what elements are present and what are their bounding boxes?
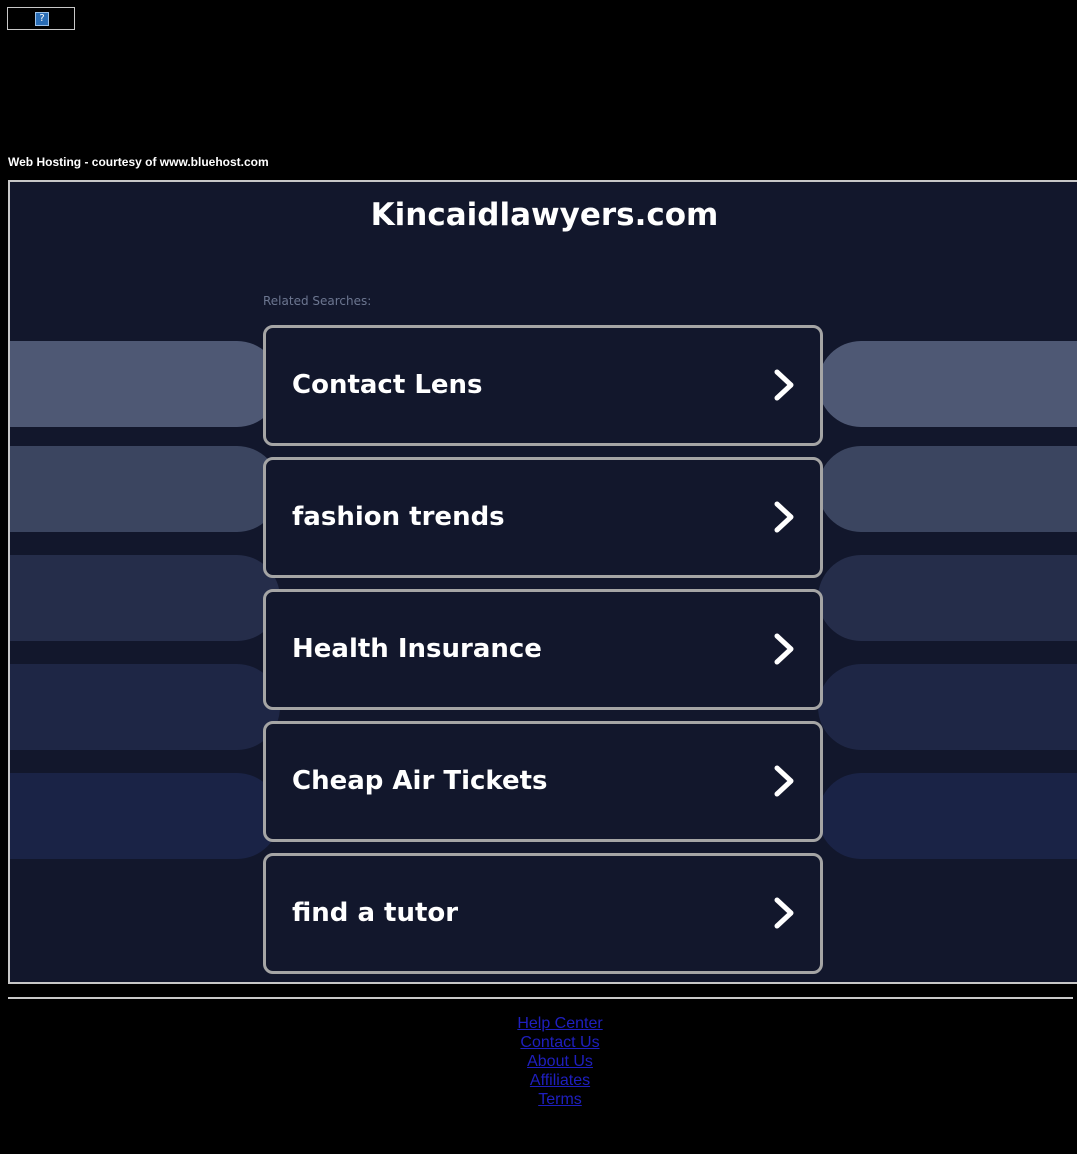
search-button-fashion-trends[interactable]: fashion trends [263, 457, 823, 578]
domain-title: Kincaidlawyers.com [370, 197, 719, 233]
search-button-contact-lens[interactable]: Contact Lens [263, 325, 823, 446]
help-center-link[interactable]: Help Center [0, 1014, 1077, 1033]
decorative-pill [818, 341, 1077, 427]
chevron-right-icon [774, 369, 794, 401]
decorative-pill [10, 664, 280, 750]
hosting-courtesy-text: Web Hosting - courtesy of www.bluehost.c… [8, 155, 269, 169]
decorative-pill [818, 664, 1077, 750]
chevron-right-icon [774, 897, 794, 929]
footer-links: Help Center Contact Us About Us Affiliat… [0, 1014, 1077, 1109]
chevron-right-icon [774, 501, 794, 533]
broken-image-icon: ? [35, 12, 49, 26]
search-button-label: Cheap Air Tickets [292, 766, 548, 796]
search-button-label: Health Insurance [292, 634, 542, 664]
related-searches-label: Related Searches: [263, 294, 372, 308]
decorative-pill [818, 446, 1077, 532]
search-button-cheap-air-tickets[interactable]: Cheap Air Tickets [263, 721, 823, 842]
decorative-pill [10, 555, 280, 641]
footer-divider [8, 997, 1073, 999]
decorative-pill [10, 341, 280, 427]
terms-link[interactable]: Terms [0, 1090, 1077, 1109]
decorative-pill [818, 773, 1077, 859]
chevron-right-icon [774, 765, 794, 797]
about-us-link[interactable]: About Us [0, 1052, 1077, 1071]
decorative-pill [10, 773, 280, 859]
decorative-pill [10, 446, 280, 532]
affiliates-link[interactable]: Affiliates [0, 1071, 1077, 1090]
ad-placeholder[interactable]: ? [7, 7, 75, 30]
search-button-health-insurance[interactable]: Health Insurance [263, 589, 823, 710]
chevron-right-icon [774, 633, 794, 665]
search-button-label: Contact Lens [292, 370, 483, 400]
search-button-find-a-tutor[interactable]: find a tutor [263, 853, 823, 974]
parked-domain-panel: Kincaidlawyers.com Related Searches: Con… [8, 180, 1077, 984]
search-button-label: fashion trends [292, 502, 505, 532]
contact-us-link[interactable]: Contact Us [0, 1033, 1077, 1052]
decorative-pill [818, 555, 1077, 641]
search-button-label: find a tutor [292, 898, 459, 928]
